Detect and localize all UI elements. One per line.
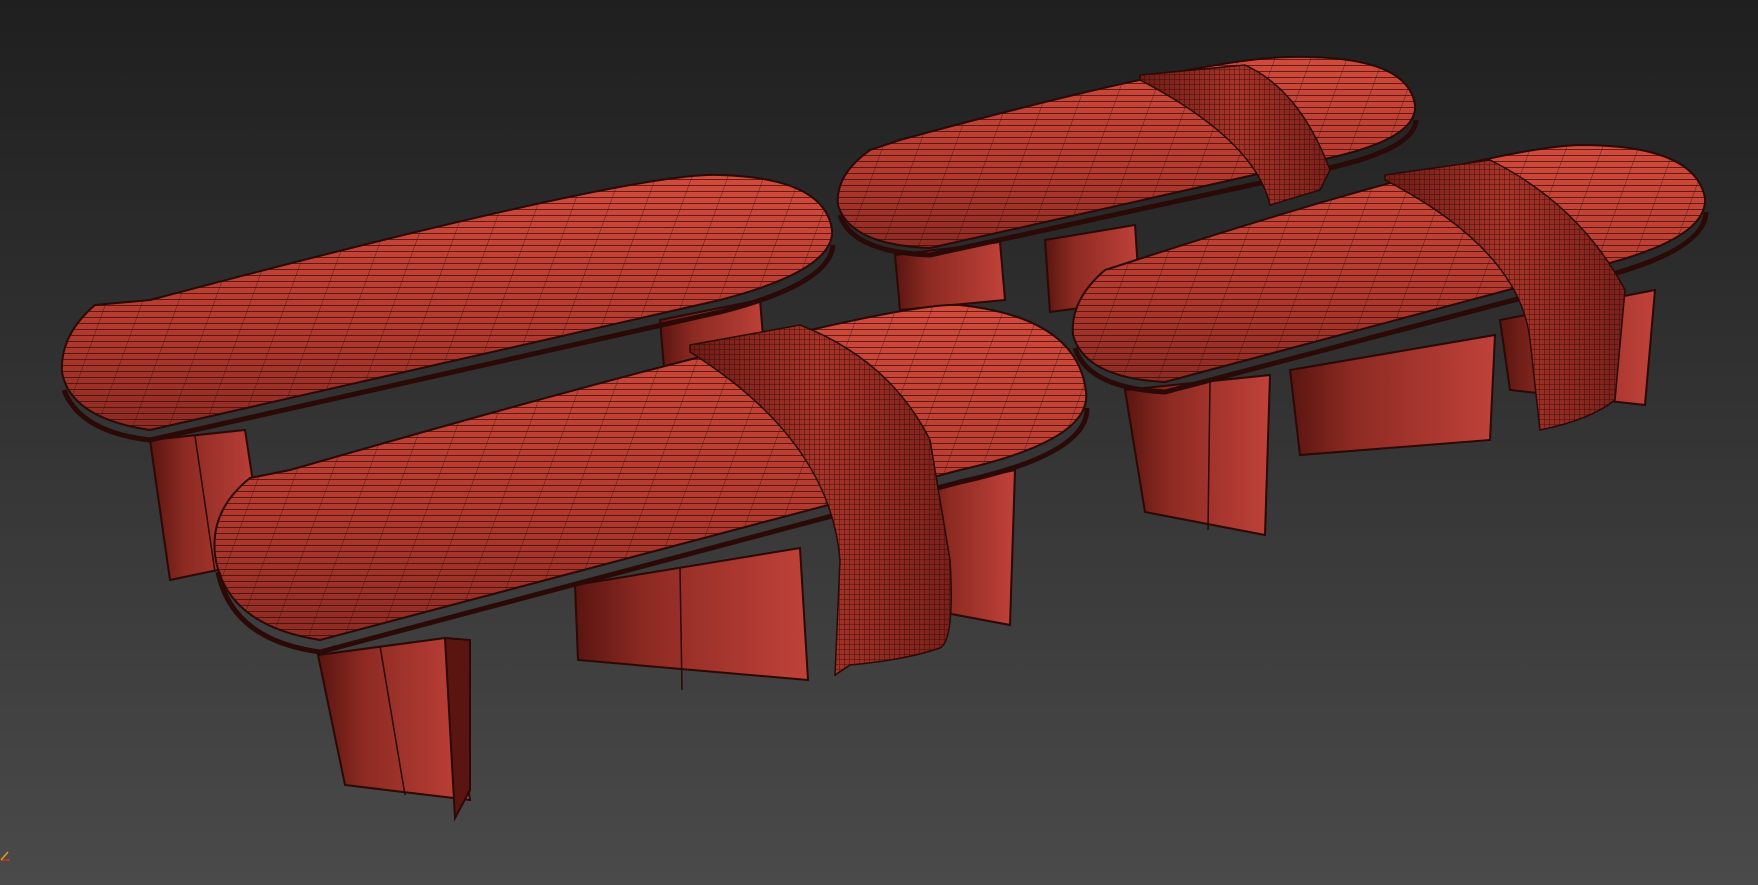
axis-gizmo-icon: [0, 851, 10, 861]
viewport-scene[interactable]: [0, 0, 1758, 885]
bench-leg[interactable]: [1123, 373, 1272, 537]
3d-viewport[interactable]: [0, 0, 1758, 885]
